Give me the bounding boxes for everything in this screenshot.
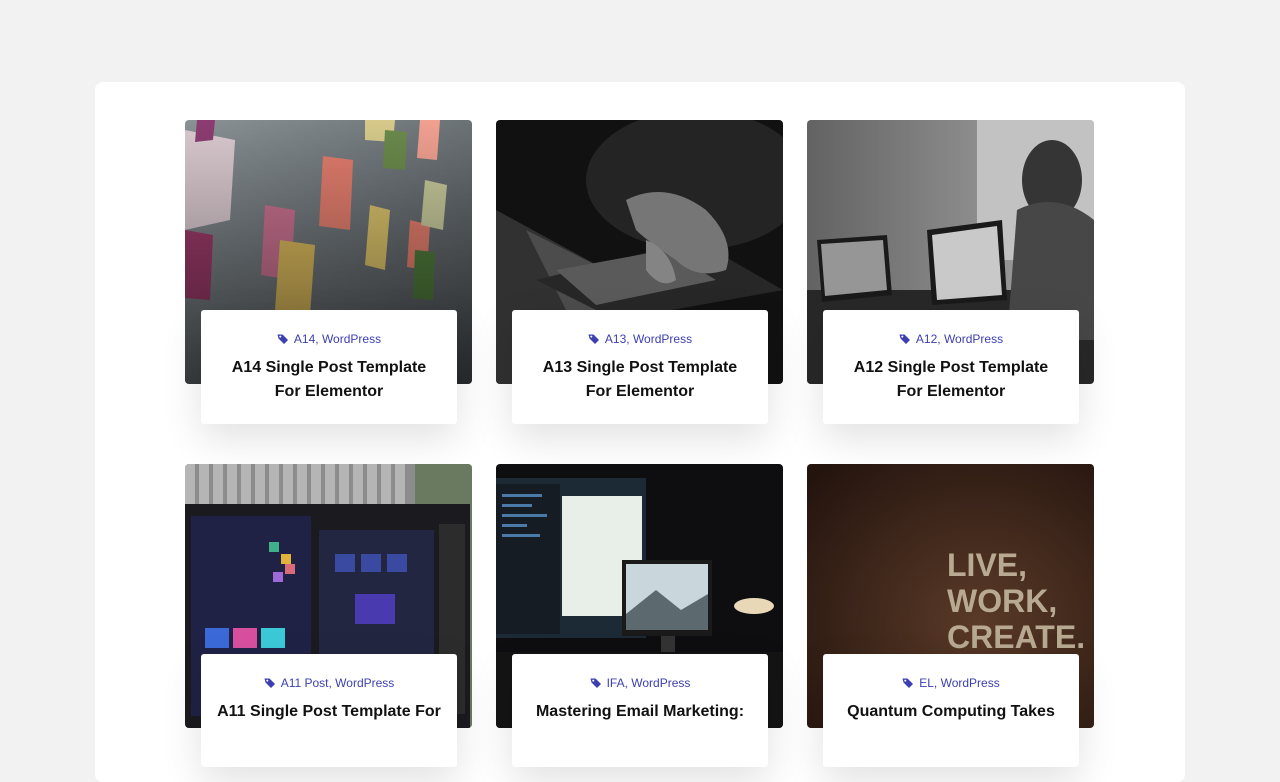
tag-icon xyxy=(264,677,276,689)
post-title[interactable]: A13 Single Post Template For Elementor xyxy=(528,356,752,404)
post-title[interactable]: A11 Single Post Template For xyxy=(217,700,441,724)
post-card[interactable]: LIVE, WORK, CREATE. EL, WordPress Quantu… xyxy=(807,464,1094,767)
post-card[interactable]: A13, WordPress A13 Single Post Template … xyxy=(496,120,783,424)
tag-icon xyxy=(588,333,600,345)
post-info-box: A12, WordPress A12 Single Post Template … xyxy=(823,310,1079,424)
post-card[interactable]: A11 Post, WordPress A11 Single Post Temp… xyxy=(185,464,472,767)
post-tags-link[interactable]: A13, WordPress xyxy=(605,332,692,346)
post-info-box: A11 Post, WordPress A11 Single Post Temp… xyxy=(201,654,457,767)
post-tags-link[interactable]: A11 Post, WordPress xyxy=(281,676,395,690)
tag-icon xyxy=(277,333,289,345)
post-tags-link[interactable]: A14, WordPress xyxy=(294,332,381,346)
post-card[interactable]: A14, WordPress A14 Single Post Template … xyxy=(185,120,472,424)
wall-text-line-1: LIVE, xyxy=(947,547,1027,583)
wall-text-line-2: WORK, xyxy=(947,583,1057,619)
post-title[interactable]: A14 Single Post Template For Elementor xyxy=(217,356,441,404)
post-info-box: A14, WordPress A14 Single Post Template … xyxy=(201,310,457,424)
tag-icon xyxy=(902,677,914,689)
post-meta: EL, WordPress xyxy=(839,676,1063,690)
post-title[interactable]: A12 Single Post Template For Elementor xyxy=(839,356,1063,404)
post-tags-link[interactable]: EL, WordPress xyxy=(919,676,999,690)
post-meta: A11 Post, WordPress xyxy=(217,676,441,690)
post-tags-link[interactable]: IFA, WordPress xyxy=(607,676,691,690)
tag-icon xyxy=(899,333,911,345)
post-title[interactable]: Mastering Email Marketing: xyxy=(528,700,752,724)
post-tags-link[interactable]: A12, WordPress xyxy=(916,332,1003,346)
post-info-box: A13, WordPress A13 Single Post Template … xyxy=(512,310,768,424)
post-title[interactable]: Quantum Computing Takes xyxy=(839,700,1063,724)
wall-text-line-3: CREATE. xyxy=(947,619,1085,655)
post-meta: A13, WordPress xyxy=(528,332,752,346)
tag-icon xyxy=(590,677,602,689)
post-card[interactable]: IFA, WordPress Mastering Email Marketing… xyxy=(496,464,783,767)
post-meta: A14, WordPress xyxy=(217,332,441,346)
post-meta: IFA, WordPress xyxy=(528,676,752,690)
post-info-box: IFA, WordPress Mastering Email Marketing… xyxy=(512,654,768,767)
post-card[interactable]: A12, WordPress A12 Single Post Template … xyxy=(807,120,1094,424)
post-meta: A12, WordPress xyxy=(839,332,1063,346)
post-info-box: EL, WordPress Quantum Computing Takes xyxy=(823,654,1079,767)
